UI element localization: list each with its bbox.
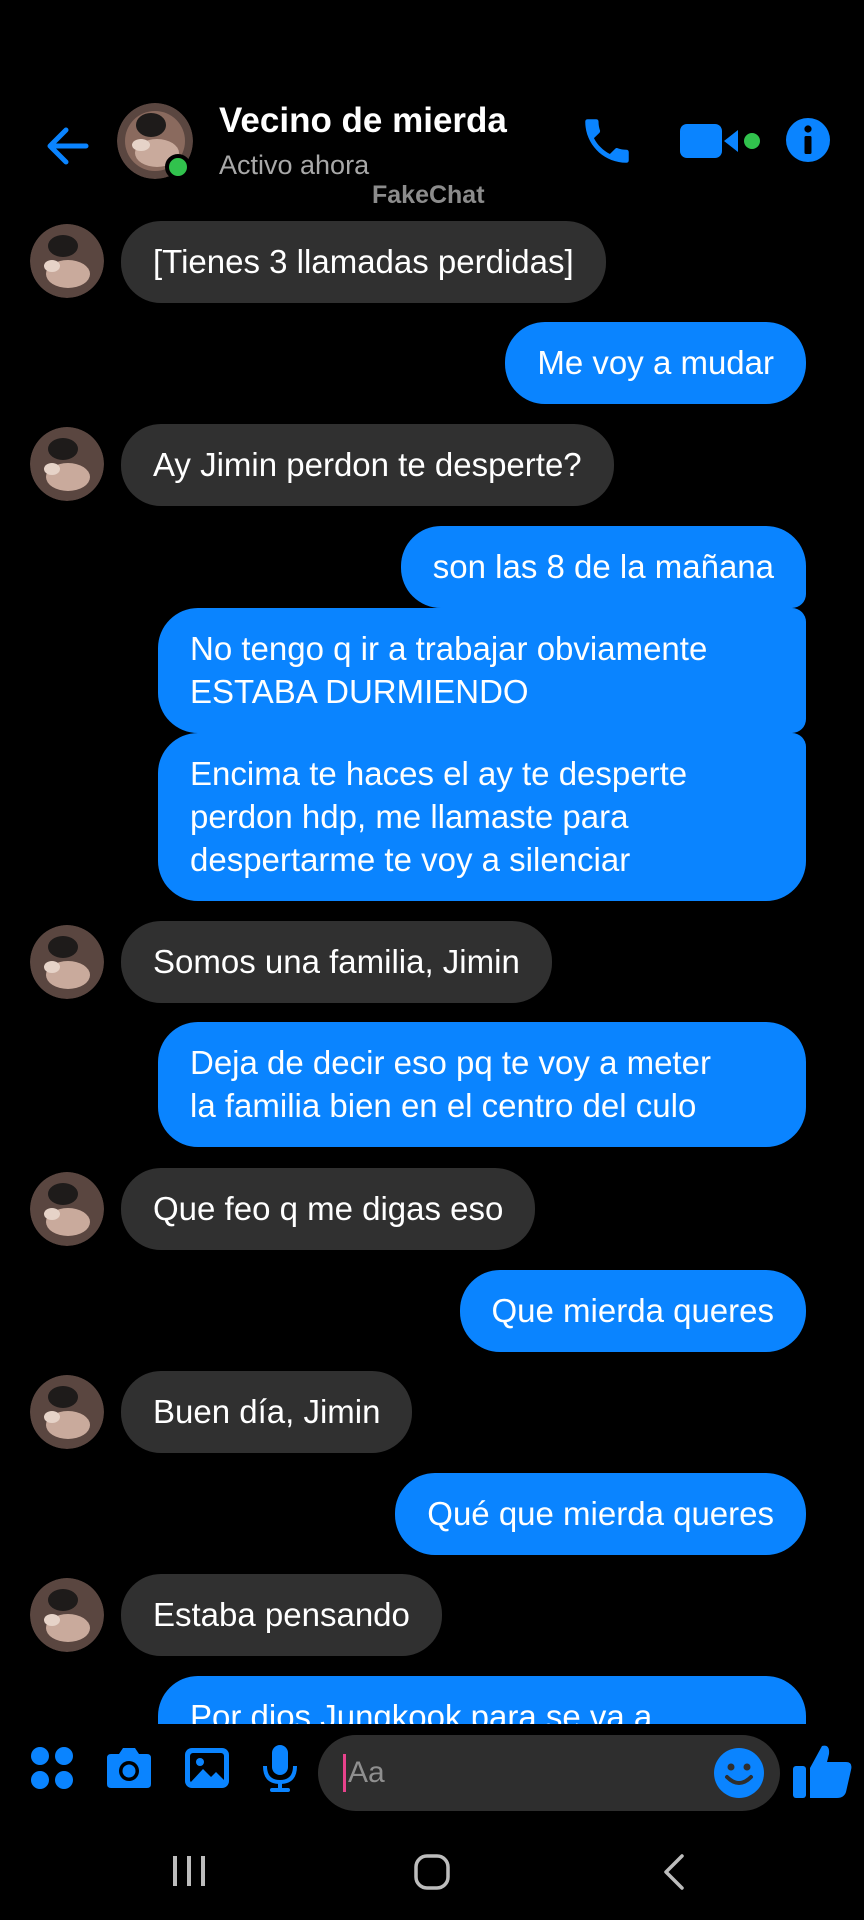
- sender-avatar[interactable]: [30, 224, 104, 298]
- message-line: Deja de decir eso pq te voy a meter: [190, 1044, 711, 1081]
- back-arrow-icon[interactable]: [40, 118, 96, 174]
- gallery-icon[interactable]: [181, 1742, 233, 1794]
- outgoing-message[interactable]: Me voy a mudar: [505, 322, 806, 404]
- phone-call-icon[interactable]: [578, 112, 636, 170]
- incoming-message[interactable]: Estaba pensando: [121, 1574, 442, 1656]
- incoming-message[interactable]: Buen día, Jimin: [121, 1371, 413, 1453]
- outgoing-message[interactable]: Deja de decir eso pq te voy a meter la f…: [158, 1022, 806, 1147]
- outgoing-message[interactable]: No tengo q ir a trabajar obviamente ESTA…: [158, 608, 806, 733]
- outgoing-message[interactable]: Qué que mierda queres: [395, 1473, 806, 1555]
- apps-icon[interactable]: [26, 1742, 78, 1794]
- sender-avatar[interactable]: [30, 1172, 104, 1246]
- video-call-icon[interactable]: [678, 118, 770, 164]
- incoming-message[interactable]: Que feo q me digas eso: [121, 1168, 536, 1250]
- contact-status: Activo ahora: [219, 150, 370, 180]
- message-line: despertarme te voy a silenciar: [190, 841, 631, 878]
- incoming-message[interactable]: Ay Jimin perdon te desperte?: [121, 424, 614, 506]
- emoji-icon[interactable]: [712, 1746, 766, 1800]
- sender-avatar[interactable]: [30, 427, 104, 501]
- incoming-message[interactable]: Somos una familia, Jimin: [121, 921, 552, 1003]
- microphone-icon[interactable]: [254, 1742, 306, 1794]
- online-status-dot: [165, 154, 191, 180]
- sender-avatar[interactable]: [30, 925, 104, 999]
- message-line: No tengo q ir a trabajar obviamente: [190, 630, 708, 667]
- message-input[interactable]: [346, 1750, 690, 1796]
- sender-avatar[interactable]: [30, 1578, 104, 1652]
- nav-back-icon[interactable]: [660, 1852, 688, 1892]
- message-line: perdon hdp, me llamaste para: [190, 798, 629, 835]
- info-icon[interactable]: [784, 116, 832, 164]
- thumbs-up-icon[interactable]: [790, 1738, 856, 1804]
- message-line: la familia bien en el centro del culo: [190, 1087, 697, 1124]
- sender-avatar[interactable]: [30, 1375, 104, 1449]
- outgoing-message[interactable]: Encima te haces el ay te desperte perdon…: [158, 733, 806, 901]
- watermark-text: FakeChat: [372, 181, 485, 209]
- message-line: ESTABA DURMIENDO: [190, 673, 529, 710]
- incoming-message[interactable]: [Tienes 3 llamadas perdidas]: [121, 221, 606, 303]
- outgoing-message[interactable]: son las 8 de la mañana: [400, 526, 806, 608]
- home-icon[interactable]: [412, 1852, 452, 1892]
- outgoing-message[interactable]: Que mierda queres: [459, 1270, 806, 1352]
- recent-apps-icon[interactable]: [168, 1853, 210, 1889]
- contact-name[interactable]: Vecino de mierda: [219, 101, 507, 141]
- message-line: Encima te haces el ay te desperte: [190, 755, 688, 792]
- camera-icon[interactable]: [103, 1742, 155, 1794]
